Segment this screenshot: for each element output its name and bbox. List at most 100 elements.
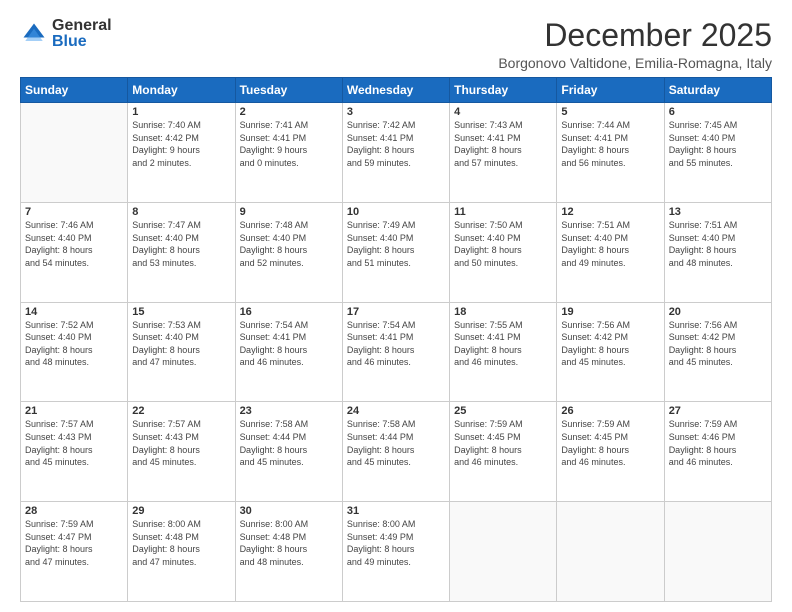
day-info: Sunrise: 7:50 AMSunset: 4:40 PMDaylight:… bbox=[454, 219, 552, 269]
day-cell: 19Sunrise: 7:56 AMSunset: 4:42 PMDayligh… bbox=[557, 302, 664, 402]
day-cell: 21Sunrise: 7:57 AMSunset: 4:43 PMDayligh… bbox=[21, 402, 128, 502]
day-number: 23 bbox=[240, 405, 338, 417]
day-cell: 26Sunrise: 7:59 AMSunset: 4:45 PMDayligh… bbox=[557, 402, 664, 502]
week-row-4: 21Sunrise: 7:57 AMSunset: 4:43 PMDayligh… bbox=[21, 402, 772, 502]
day-header-saturday: Saturday bbox=[664, 78, 771, 103]
day-cell: 20Sunrise: 7:56 AMSunset: 4:42 PMDayligh… bbox=[664, 302, 771, 402]
month-title: December 2025 bbox=[498, 18, 772, 53]
day-number: 15 bbox=[132, 306, 230, 318]
day-cell: 4Sunrise: 7:43 AMSunset: 4:41 PMDaylight… bbox=[450, 103, 557, 203]
day-header-sunday: Sunday bbox=[21, 78, 128, 103]
week-row-3: 14Sunrise: 7:52 AMSunset: 4:40 PMDayligh… bbox=[21, 302, 772, 402]
day-cell: 7Sunrise: 7:46 AMSunset: 4:40 PMDaylight… bbox=[21, 202, 128, 302]
day-number: 14 bbox=[25, 306, 123, 318]
logo-general-text: General bbox=[52, 18, 112, 34]
day-number: 21 bbox=[25, 405, 123, 417]
day-info: Sunrise: 7:56 AMSunset: 4:42 PMDaylight:… bbox=[669, 319, 767, 369]
day-header-thursday: Thursday bbox=[450, 78, 557, 103]
day-cell: 11Sunrise: 7:50 AMSunset: 4:40 PMDayligh… bbox=[450, 202, 557, 302]
day-number: 18 bbox=[454, 306, 552, 318]
day-number: 1 bbox=[132, 106, 230, 118]
day-cell: 2Sunrise: 7:41 AMSunset: 4:41 PMDaylight… bbox=[235, 103, 342, 203]
day-number: 31 bbox=[347, 505, 445, 517]
day-info: Sunrise: 7:57 AMSunset: 4:43 PMDaylight:… bbox=[25, 418, 123, 468]
day-info: Sunrise: 7:58 AMSunset: 4:44 PMDaylight:… bbox=[240, 418, 338, 468]
day-info: Sunrise: 7:43 AMSunset: 4:41 PMDaylight:… bbox=[454, 119, 552, 169]
logo-blue-text: Blue bbox=[52, 34, 112, 50]
day-info: Sunrise: 7:51 AMSunset: 4:40 PMDaylight:… bbox=[669, 219, 767, 269]
week-row-5: 28Sunrise: 7:59 AMSunset: 4:47 PMDayligh… bbox=[21, 502, 772, 602]
location-title: Borgonovo Valtidone, Emilia-Romagna, Ita… bbox=[498, 55, 772, 71]
day-number: 10 bbox=[347, 206, 445, 218]
day-info: Sunrise: 7:46 AMSunset: 4:40 PMDaylight:… bbox=[25, 219, 123, 269]
logo-text: General Blue bbox=[52, 18, 112, 50]
day-header-friday: Friday bbox=[557, 78, 664, 103]
day-info: Sunrise: 7:59 AMSunset: 4:47 PMDaylight:… bbox=[25, 518, 123, 568]
day-info: Sunrise: 7:40 AMSunset: 4:42 PMDaylight:… bbox=[132, 119, 230, 169]
day-info: Sunrise: 7:47 AMSunset: 4:40 PMDaylight:… bbox=[132, 219, 230, 269]
day-number: 30 bbox=[240, 505, 338, 517]
day-info: Sunrise: 7:48 AMSunset: 4:40 PMDaylight:… bbox=[240, 219, 338, 269]
day-cell: 28Sunrise: 7:59 AMSunset: 4:47 PMDayligh… bbox=[21, 502, 128, 602]
week-row-1: 1Sunrise: 7:40 AMSunset: 4:42 PMDaylight… bbox=[21, 103, 772, 203]
day-info: Sunrise: 7:42 AMSunset: 4:41 PMDaylight:… bbox=[347, 119, 445, 169]
day-info: Sunrise: 8:00 AMSunset: 4:48 PMDaylight:… bbox=[240, 518, 338, 568]
day-number: 6 bbox=[669, 106, 767, 118]
week-row-2: 7Sunrise: 7:46 AMSunset: 4:40 PMDaylight… bbox=[21, 202, 772, 302]
day-header-monday: Monday bbox=[128, 78, 235, 103]
day-cell bbox=[557, 502, 664, 602]
day-info: Sunrise: 7:44 AMSunset: 4:41 PMDaylight:… bbox=[561, 119, 659, 169]
day-cell: 25Sunrise: 7:59 AMSunset: 4:45 PMDayligh… bbox=[450, 402, 557, 502]
day-number: 25 bbox=[454, 405, 552, 417]
day-info: Sunrise: 7:52 AMSunset: 4:40 PMDaylight:… bbox=[25, 319, 123, 369]
day-cell bbox=[664, 502, 771, 602]
day-number: 29 bbox=[132, 505, 230, 517]
day-info: Sunrise: 7:51 AMSunset: 4:40 PMDaylight:… bbox=[561, 219, 659, 269]
title-block: December 2025 Borgonovo Valtidone, Emili… bbox=[498, 18, 772, 71]
day-cell: 16Sunrise: 7:54 AMSunset: 4:41 PMDayligh… bbox=[235, 302, 342, 402]
day-info: Sunrise: 7:59 AMSunset: 4:45 PMDaylight:… bbox=[454, 418, 552, 468]
day-cell: 14Sunrise: 7:52 AMSunset: 4:40 PMDayligh… bbox=[21, 302, 128, 402]
logo: General Blue bbox=[20, 18, 112, 50]
day-info: Sunrise: 7:59 AMSunset: 4:45 PMDaylight:… bbox=[561, 418, 659, 468]
day-cell: 9Sunrise: 7:48 AMSunset: 4:40 PMDaylight… bbox=[235, 202, 342, 302]
day-info: Sunrise: 7:56 AMSunset: 4:42 PMDaylight:… bbox=[561, 319, 659, 369]
day-info: Sunrise: 7:49 AMSunset: 4:40 PMDaylight:… bbox=[347, 219, 445, 269]
days-header-row: SundayMondayTuesdayWednesdayThursdayFrid… bbox=[21, 78, 772, 103]
day-cell: 12Sunrise: 7:51 AMSunset: 4:40 PMDayligh… bbox=[557, 202, 664, 302]
day-cell: 1Sunrise: 7:40 AMSunset: 4:42 PMDaylight… bbox=[128, 103, 235, 203]
day-number: 28 bbox=[25, 505, 123, 517]
day-number: 24 bbox=[347, 405, 445, 417]
day-number: 5 bbox=[561, 106, 659, 118]
day-info: Sunrise: 7:59 AMSunset: 4:46 PMDaylight:… bbox=[669, 418, 767, 468]
day-cell: 8Sunrise: 7:47 AMSunset: 4:40 PMDaylight… bbox=[128, 202, 235, 302]
day-cell bbox=[21, 103, 128, 203]
day-cell: 3Sunrise: 7:42 AMSunset: 4:41 PMDaylight… bbox=[342, 103, 449, 203]
day-number: 11 bbox=[454, 206, 552, 218]
day-number: 9 bbox=[240, 206, 338, 218]
day-cell: 10Sunrise: 7:49 AMSunset: 4:40 PMDayligh… bbox=[342, 202, 449, 302]
day-number: 16 bbox=[240, 306, 338, 318]
day-cell: 17Sunrise: 7:54 AMSunset: 4:41 PMDayligh… bbox=[342, 302, 449, 402]
day-number: 4 bbox=[454, 106, 552, 118]
day-cell: 13Sunrise: 7:51 AMSunset: 4:40 PMDayligh… bbox=[664, 202, 771, 302]
day-header-wednesday: Wednesday bbox=[342, 78, 449, 103]
day-info: Sunrise: 7:54 AMSunset: 4:41 PMDaylight:… bbox=[347, 319, 445, 369]
day-cell: 31Sunrise: 8:00 AMSunset: 4:49 PMDayligh… bbox=[342, 502, 449, 602]
day-info: Sunrise: 7:53 AMSunset: 4:40 PMDaylight:… bbox=[132, 319, 230, 369]
day-number: 13 bbox=[669, 206, 767, 218]
day-cell: 6Sunrise: 7:45 AMSunset: 4:40 PMDaylight… bbox=[664, 103, 771, 203]
day-number: 2 bbox=[240, 106, 338, 118]
day-number: 17 bbox=[347, 306, 445, 318]
day-header-tuesday: Tuesday bbox=[235, 78, 342, 103]
day-info: Sunrise: 7:55 AMSunset: 4:41 PMDaylight:… bbox=[454, 319, 552, 369]
day-info: Sunrise: 7:54 AMSunset: 4:41 PMDaylight:… bbox=[240, 319, 338, 369]
day-cell: 24Sunrise: 7:58 AMSunset: 4:44 PMDayligh… bbox=[342, 402, 449, 502]
logo-icon bbox=[20, 20, 48, 48]
day-cell: 22Sunrise: 7:57 AMSunset: 4:43 PMDayligh… bbox=[128, 402, 235, 502]
day-cell: 23Sunrise: 7:58 AMSunset: 4:44 PMDayligh… bbox=[235, 402, 342, 502]
day-number: 22 bbox=[132, 405, 230, 417]
day-number: 26 bbox=[561, 405, 659, 417]
day-info: Sunrise: 7:57 AMSunset: 4:43 PMDaylight:… bbox=[132, 418, 230, 468]
calendar-table: SundayMondayTuesdayWednesdayThursdayFrid… bbox=[20, 77, 772, 602]
